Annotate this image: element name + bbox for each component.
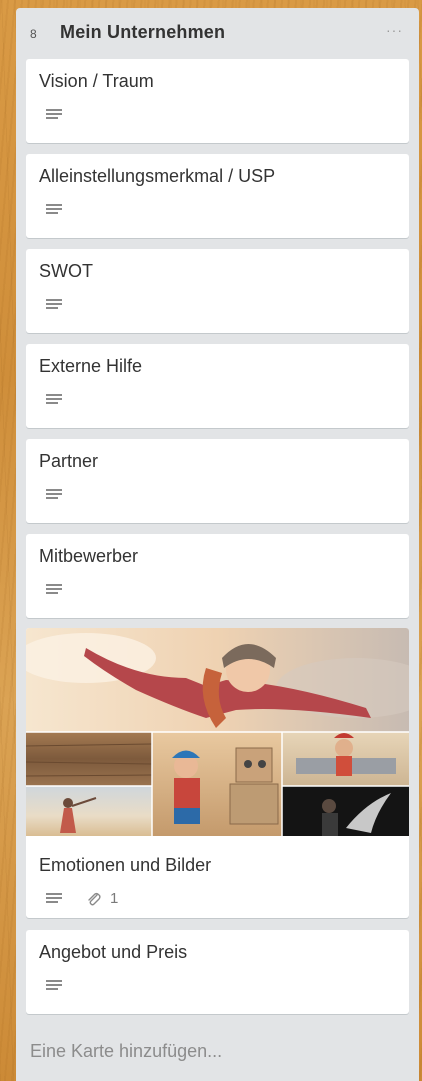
card-swot[interactable]: SWOT: [26, 249, 409, 333]
card-externe-hilfe[interactable]: Externe Hilfe: [26, 344, 409, 428]
description-icon: [46, 109, 62, 123]
more-horizontal-icon[interactable]: ···: [386, 22, 403, 38]
description-icon: [46, 893, 62, 907]
card-vision-traum[interactable]: Vision / Traum: [26, 59, 409, 143]
card-partner[interactable]: Partner: [26, 439, 409, 523]
card-alleinstellungsmerkmal-usp[interactable]: Alleinstellungsmerkmal / USP: [26, 154, 409, 238]
description-icon: [46, 584, 62, 598]
card-mitbewerber[interactable]: Mitbewerber: [26, 534, 409, 618]
card-title: Alleinstellungsmerkmal / USP: [39, 166, 276, 186]
description-icon: [46, 204, 62, 218]
card-title: Angebot und Preis: [39, 942, 188, 962]
card-cover-image: [26, 628, 409, 836]
attachment-count: 1: [110, 890, 119, 907]
description-icon: [46, 489, 62, 503]
description-icon: [46, 299, 62, 313]
list-card-count: 8: [30, 27, 37, 41]
card-angebot-und-preis[interactable]: Angebot und Preis: [26, 930, 409, 1014]
card-title: SWOT: [39, 261, 93, 281]
card-title: Externe Hilfe: [39, 356, 143, 376]
add-card-link[interactable]: Eine Karte hinzufügen...: [30, 1041, 222, 1062]
card-title: Mitbewerber: [39, 546, 139, 566]
list-mein-unternehmen: 8 Mein Unternehmen ··· Vision / Traum Al…: [16, 8, 419, 1081]
list-title[interactable]: Mein Unternehmen: [60, 22, 225, 43]
list-header[interactable]: 8 Mein Unternehmen ···: [16, 8, 419, 56]
description-icon: [46, 980, 62, 994]
card-title: Vision / Traum: [39, 71, 154, 91]
card-title: Emotionen und Bilder: [39, 855, 212, 875]
card-emotionen-und-bilder[interactable]: Emotionen und Bilder 1: [26, 628, 409, 918]
description-icon: [46, 394, 62, 408]
paperclip-icon: [88, 892, 101, 906]
card-title: Partner: [39, 451, 99, 471]
